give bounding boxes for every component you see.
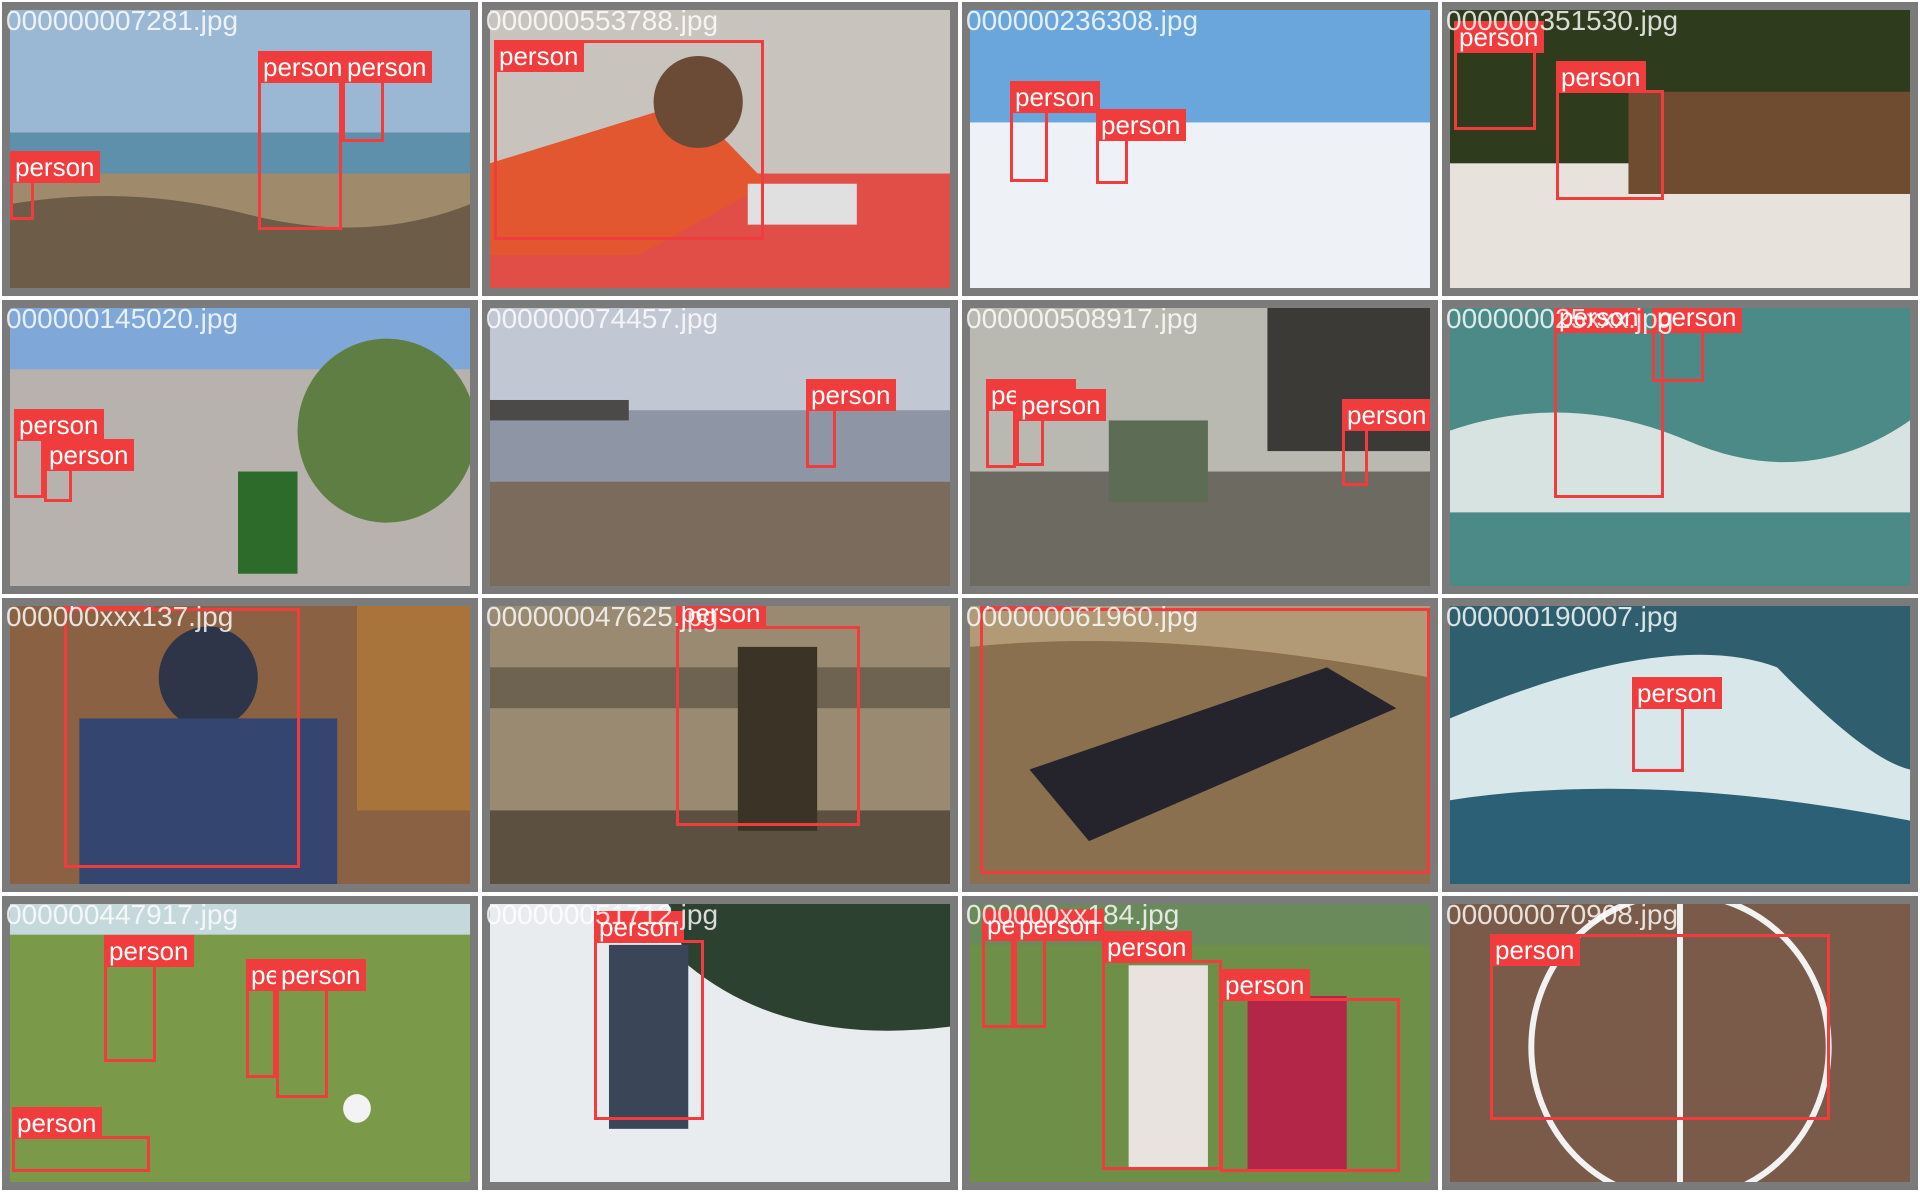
box-label: person bbox=[1342, 399, 1430, 431]
tile-4: person person 000000351530.jpg bbox=[1442, 2, 1918, 296]
tile-7: person person person 000000508917.jpg bbox=[962, 300, 1438, 594]
photo-train-station: person person person bbox=[970, 308, 1430, 586]
box-label: person bbox=[594, 911, 684, 943]
tile-13: person person person person 000000447917… bbox=[2, 896, 478, 1190]
photo-old-man: person bbox=[10, 606, 470, 884]
tile-8: person person 000000025xxx.jpg bbox=[1442, 300, 1918, 594]
tile-10: person 000000047625.jpg bbox=[482, 598, 958, 892]
photo-boy-laptop: person bbox=[490, 10, 950, 288]
photo-surfer-1: person person bbox=[1450, 308, 1910, 586]
box-label: person bbox=[104, 935, 194, 967]
photo-pier: person bbox=[490, 308, 950, 586]
box-label: person bbox=[1554, 308, 1644, 333]
box-label: person bbox=[980, 606, 1070, 611]
photo-parade: person person bbox=[10, 308, 470, 586]
box-label: person bbox=[1014, 909, 1104, 941]
box-label: person bbox=[14, 409, 104, 441]
box-label: person bbox=[44, 439, 134, 471]
box-label: person bbox=[676, 606, 766, 629]
tile-3: person person 000000236308.jpg bbox=[962, 2, 1438, 296]
box-label: person bbox=[10, 151, 100, 183]
box-label: person bbox=[342, 51, 432, 83]
photo-snowfield: person person bbox=[970, 10, 1430, 288]
photo-beach-horses: person person person bbox=[10, 10, 470, 288]
box-label: person bbox=[1632, 677, 1722, 709]
tile-15: person person person person 000000xx184.… bbox=[962, 896, 1438, 1190]
box-label: person bbox=[276, 959, 366, 991]
box-label: person bbox=[258, 51, 348, 83]
box-label: person bbox=[494, 40, 584, 72]
photo-surfer-2: person bbox=[1450, 606, 1910, 884]
box-label: person bbox=[1010, 81, 1100, 113]
photo-court: person bbox=[1450, 904, 1910, 1182]
box-label: person bbox=[12, 1107, 102, 1139]
tile-2: person 000000553788.jpg bbox=[482, 2, 958, 296]
mosaic-grid: person person person 000000007281.jpg pe… bbox=[0, 0, 1920, 1192]
box-label: person bbox=[64, 606, 154, 611]
box-label: person bbox=[1102, 931, 1192, 963]
photo-soccer-field: person person person person bbox=[10, 904, 470, 1182]
box-label: person bbox=[1220, 969, 1310, 1001]
tile-6: person 000000074457.jpg bbox=[482, 300, 958, 594]
box-label: person bbox=[1016, 389, 1106, 421]
photo-skateboarder: person bbox=[490, 606, 950, 884]
photo-benches: person person bbox=[1450, 10, 1910, 288]
box-label: person bbox=[1096, 109, 1186, 141]
tile-11: person 000000061960.jpg bbox=[962, 598, 1438, 892]
box-label: person bbox=[1556, 61, 1646, 93]
photo-skier: person bbox=[490, 904, 950, 1182]
tile-12: person 000000190007.jpg bbox=[1442, 598, 1918, 892]
tile-5: person person 000000145020.jpg bbox=[2, 300, 478, 594]
tile-9: person 000000xxx137.jpg bbox=[2, 598, 478, 892]
tile-1: person person person 000000007281.jpg bbox=[2, 2, 478, 296]
tile-16: person 000000070908.jpg bbox=[1442, 896, 1918, 1190]
tile-14: person 000000051712.jpg bbox=[482, 896, 958, 1190]
box-label: person bbox=[806, 379, 896, 411]
photo-football: person person person person bbox=[970, 904, 1430, 1182]
box-label: person bbox=[1490, 934, 1580, 966]
photo-bed: person bbox=[970, 606, 1430, 884]
box-label: person bbox=[1454, 21, 1544, 53]
box-label: person bbox=[1652, 308, 1742, 333]
